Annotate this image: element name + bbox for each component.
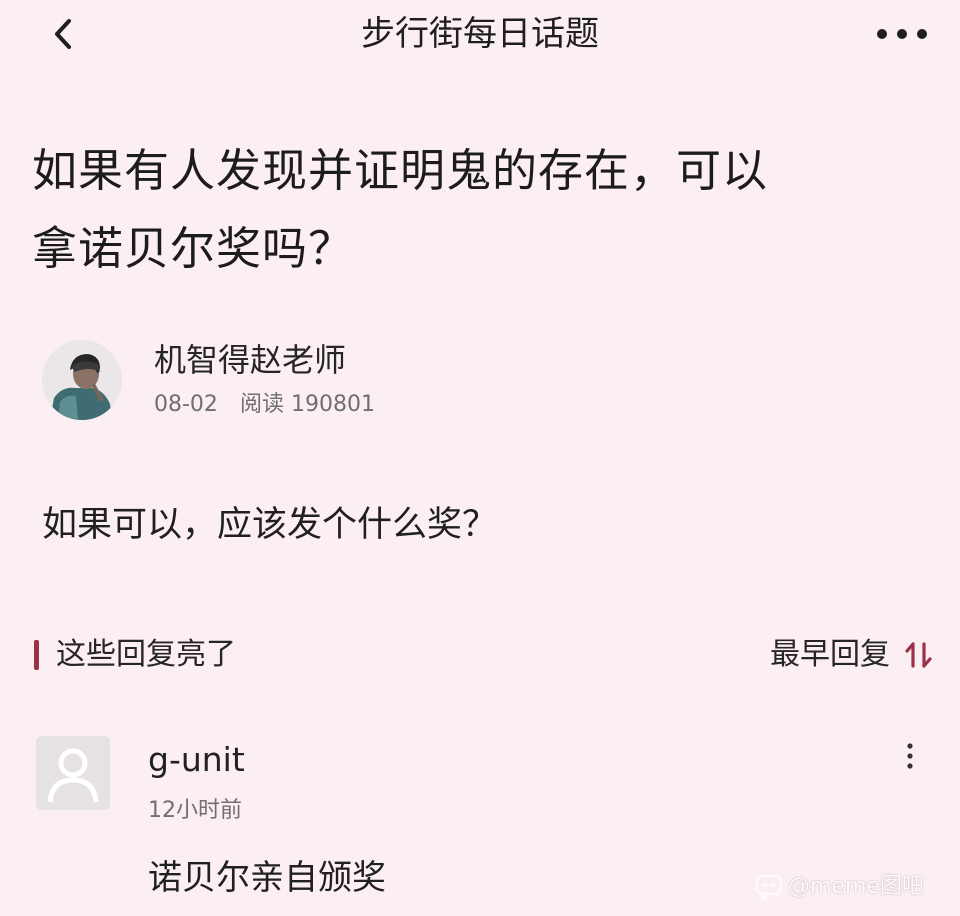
question-title-line-1: 如果有人发现并证明鬼的存在，可以 — [32, 144, 769, 197]
reply-username[interactable]: g-unit — [148, 738, 245, 782]
section-accent-bar — [34, 640, 39, 670]
default-user-icon — [36, 736, 110, 810]
more-horizontal-icon — [877, 29, 927, 39]
post-meta: 08-02 阅读 190801 — [154, 388, 375, 422]
post-date: 08-02 — [154, 392, 218, 417]
reply-user-avatar[interactable] — [36, 736, 110, 810]
question-title-line-2: 拿诺贝尔奖吗？ — [32, 222, 355, 275]
replies-section-title: 这些回复亮了 — [56, 637, 236, 672]
more-vertical-icon — [907, 743, 913, 769]
sort-label: 最早回复 — [770, 637, 890, 672]
author-name[interactable]: 机智得赵老师 — [154, 338, 346, 382]
replies-header: 这些回复亮了 最早回复 — [34, 632, 934, 678]
watermark: @meme图吧 — [754, 872, 924, 908]
more-options-button[interactable] — [872, 16, 932, 52]
question-title: 如果有人发现并证明鬼的存在，可以 拿诺贝尔奖吗？ — [32, 132, 932, 288]
sort-button[interactable]: 最早回复 — [770, 632, 934, 678]
sort-arrows-icon — [904, 632, 934, 678]
reply-more-button[interactable] — [896, 740, 924, 776]
author-avatar-image — [42, 340, 122, 420]
watermark-text: @meme图吧 — [788, 874, 924, 899]
reads-label: 阅读 — [239, 392, 284, 417]
reads-count: 190801 — [290, 392, 375, 417]
reply-text: 诺贝尔亲自颁奖 — [148, 858, 386, 898]
reply-time: 12小时前 — [148, 798, 242, 823]
page-title: 步行街每日话题 — [361, 14, 599, 54]
chat-bubble-icon — [754, 872, 784, 902]
post-body: 如果可以，应该发个什么奖？ — [42, 505, 498, 545]
author-avatar[interactable] — [42, 340, 122, 420]
top-bar: 步行街每日话题 — [0, 0, 960, 70]
